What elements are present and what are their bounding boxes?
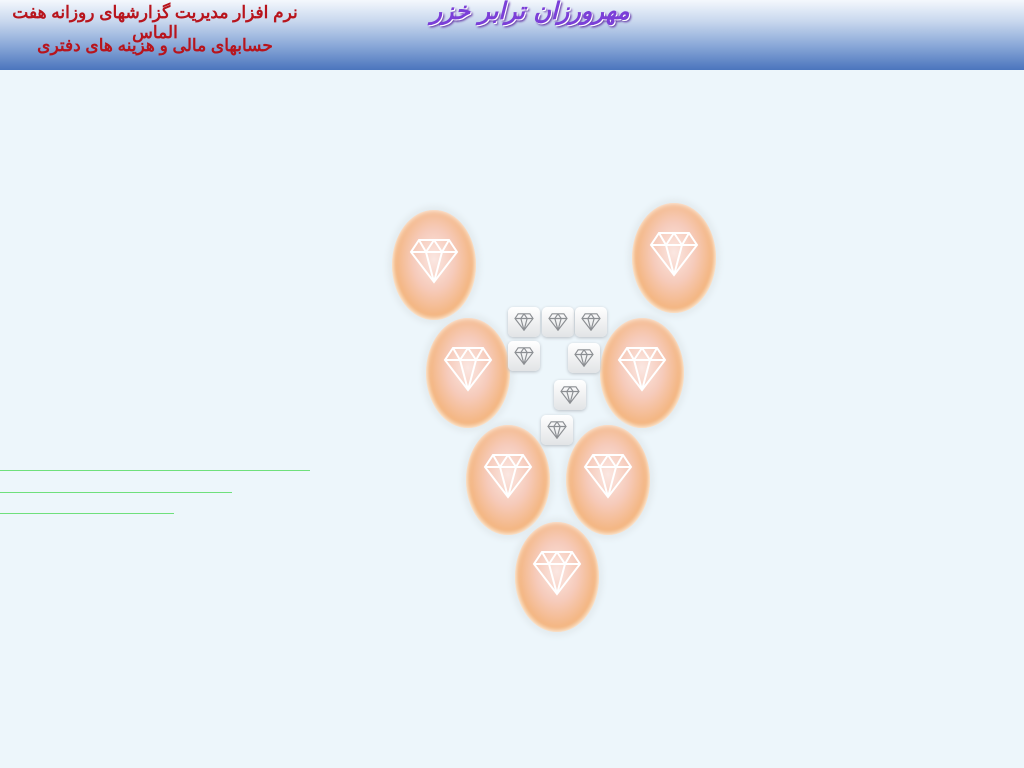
- app-title-line2: حسابهای مالی و هزینه های دفتری: [37, 36, 273, 55]
- diamond-icon: [514, 347, 534, 365]
- gem-button-7[interactable]: [515, 522, 599, 632]
- menu-line-1[interactable]: [0, 470, 310, 471]
- small-gem-button-2[interactable]: [542, 307, 574, 337]
- small-gem-button-4[interactable]: [508, 341, 540, 371]
- diamond-icon: [547, 421, 567, 439]
- diamond-icon: [574, 349, 594, 367]
- diamond-icon: [583, 454, 633, 499]
- gem-button-5[interactable]: [466, 425, 550, 535]
- company-name: مهرورزان ترابر خزر: [430, 0, 630, 25]
- diamond-icon: [514, 313, 534, 331]
- menu-line-3[interactable]: [0, 513, 174, 514]
- small-gem-button-7[interactable]: [541, 415, 573, 445]
- diamond-icon: [443, 347, 493, 392]
- diamond-icon: [532, 551, 582, 596]
- gem-button-4[interactable]: [600, 318, 684, 428]
- gem-button-6[interactable]: [566, 425, 650, 535]
- diamond-icon: [483, 454, 533, 499]
- gem-button-2[interactable]: [632, 203, 716, 313]
- gem-button-3[interactable]: [426, 318, 510, 428]
- diamond-icon: [649, 232, 699, 277]
- small-gem-button-5[interactable]: [568, 343, 600, 373]
- diamond-icon: [617, 347, 667, 392]
- gem-button-1[interactable]: [392, 210, 476, 320]
- small-gem-button-1[interactable]: [508, 307, 540, 337]
- header-banner: مهرورزان ترابر خزر نرم افزار مدیریت گزار…: [0, 0, 1024, 70]
- diamond-icon: [581, 313, 601, 331]
- menu-line-2[interactable]: [0, 492, 232, 493]
- diamond-icon: [560, 386, 580, 404]
- diamond-icon: [409, 239, 459, 284]
- diamond-icon: [548, 313, 568, 331]
- small-gem-button-3[interactable]: [575, 307, 607, 337]
- small-gem-button-6[interactable]: [554, 380, 586, 410]
